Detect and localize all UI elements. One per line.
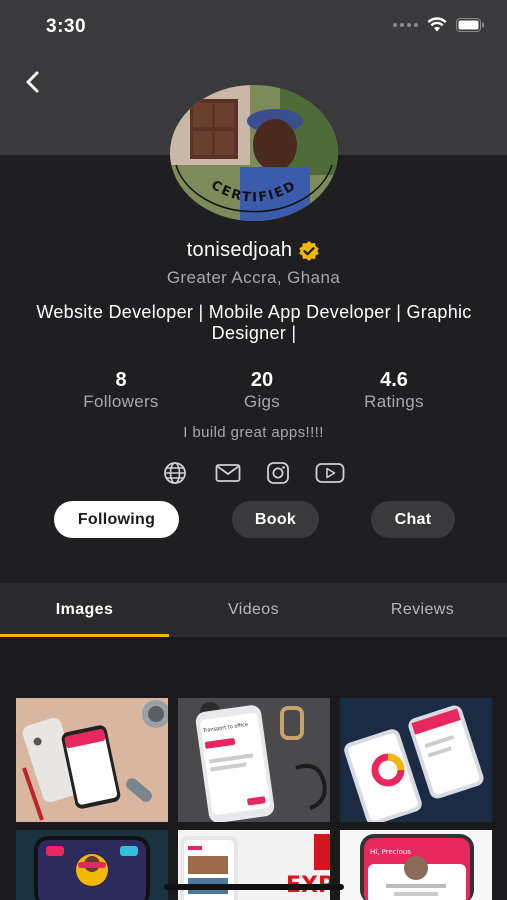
avatar[interactable]: CERTIFIED	[170, 85, 338, 221]
instagram-icon[interactable]	[265, 460, 291, 486]
gallery-image[interactable]	[340, 698, 492, 822]
tab-images[interactable]: Images	[0, 583, 169, 637]
stat-ratings[interactable]: 4.6 Ratings	[329, 369, 459, 412]
back-button[interactable]	[14, 64, 50, 100]
stat-label: Gigs	[243, 392, 281, 411]
stat-followers[interactable]: 8 Followers	[56, 369, 186, 412]
username-row: tonisedjoah	[0, 239, 507, 262]
globe-icon[interactable]	[162, 460, 188, 486]
verified-badge-icon	[299, 240, 320, 261]
tab-label: Reviews	[390, 601, 455, 618]
signal-icon	[393, 22, 418, 27]
stat-label: Ratings	[364, 392, 424, 411]
avatar-image: CERTIFIED	[170, 85, 338, 221]
tab-label: Images	[55, 601, 114, 618]
status-time: 3:30	[46, 16, 87, 37]
gallery-image[interactable]: Hi, Precious	[340, 830, 492, 900]
stat-value: 4.6	[380, 369, 408, 391]
home-indicator	[164, 884, 344, 890]
following-button[interactable]: Following	[54, 501, 179, 538]
gallery-image[interactable]	[16, 698, 168, 822]
tab-label: Videos	[227, 601, 280, 618]
chat-button[interactable]: Chat	[371, 501, 455, 538]
book-button[interactable]: Book	[232, 501, 319, 538]
bio: I build great apps!!!!	[183, 424, 324, 441]
gallery-image[interactable]: Transport to office	[178, 698, 330, 822]
tab-bar: Images Videos Reviews	[0, 583, 507, 637]
thumb-text: Hi, Precious	[370, 848, 411, 856]
location: Greater Accra, Ghana	[166, 268, 341, 287]
mail-icon[interactable]	[214, 460, 242, 486]
stat-gigs[interactable]: 20 Gigs	[197, 369, 327, 412]
chevron-left-icon	[26, 71, 39, 93]
stat-label: Followers	[83, 392, 159, 411]
username: tonisedjoah	[186, 239, 293, 261]
battery-icon	[456, 17, 484, 32]
status-icons	[393, 17, 485, 32]
youtube-icon[interactable]	[314, 460, 346, 486]
stats-row: 8 Followers 20 Gigs 4.6 Ratings	[0, 369, 507, 413]
profile-headline: Website Developer | Mobile App Developer…	[36, 302, 472, 343]
stat-value: 8	[115, 369, 127, 391]
tab-videos[interactable]: Videos	[169, 583, 338, 637]
tab-reviews[interactable]: Reviews	[338, 583, 507, 637]
gallery-image[interactable]	[16, 830, 168, 900]
wifi-icon	[427, 17, 447, 32]
stat-value: 20	[250, 369, 274, 391]
status-bar: 3:30	[0, 0, 507, 54]
social-links	[162, 460, 346, 486]
image-gallery: Transport to office Hi, Precious	[0, 637, 507, 900]
